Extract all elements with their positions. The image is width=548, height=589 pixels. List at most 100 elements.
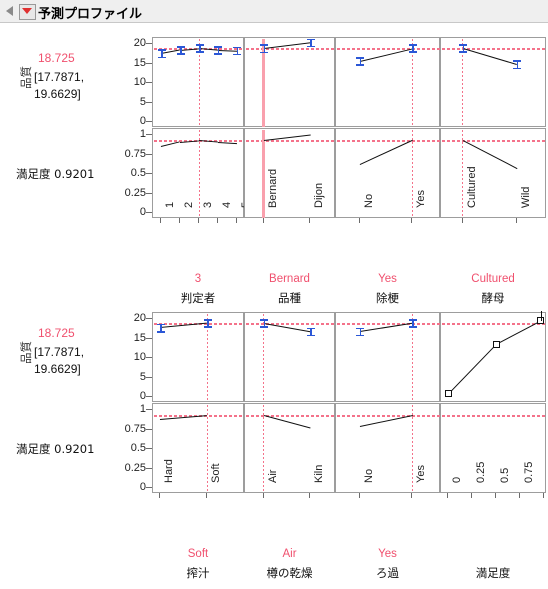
x-tick-label: Air — [266, 469, 279, 483]
y-tick-label-desirability: 0 — [139, 481, 146, 493]
current-setting-line[interactable] — [262, 130, 266, 218]
x-tick-mark — [179, 218, 181, 223]
desirability-handle[interactable] — [492, 340, 500, 348]
confidence-interval-lower: [17.7871, — [34, 70, 85, 84]
current-setting-line[interactable] — [198, 130, 200, 218]
x-tick-label: 0.25 — [475, 461, 488, 483]
x-tick-mark — [309, 218, 311, 223]
trace-segment — [263, 415, 311, 430]
y-tick-label-desirability: 0.25 — [124, 461, 146, 474]
y-tick-label-desirability: 1 — [139, 403, 146, 415]
x-tick-mark — [206, 493, 208, 498]
factor-current-value[interactable]: Yes — [335, 273, 440, 285]
x-tick-label: No — [362, 468, 375, 483]
y-tick-label-desirability: 0.5 — [130, 442, 146, 454]
trace-segment — [462, 47, 518, 66]
profiler-panel-quality[interactable] — [335, 312, 440, 402]
profiler-panel-quality[interactable] — [440, 310, 546, 402]
prediction-reference-line-quality — [337, 47, 440, 50]
response-axis-label: 品質 — [19, 66, 33, 89]
desirability-value-label: 満足度 0.9201 — [16, 442, 95, 456]
desirability-handle[interactable] — [444, 390, 452, 398]
x-tick-label: Yes — [415, 190, 428, 208]
desirability-value-label: 満足度 0.9201 — [16, 167, 95, 181]
x-tick-mark — [447, 493, 449, 498]
y-tick-label-desirability: 0.75 — [124, 422, 146, 435]
prediction-reference-line-quality — [246, 47, 335, 50]
page-title: 予測プロファイル — [38, 7, 143, 22]
factor-current-value[interactable]: Soft — [152, 548, 244, 560]
trace-segment — [359, 47, 413, 62]
x-tick-label: 1 — [164, 201, 177, 208]
current-setting-line[interactable] — [206, 405, 208, 493]
profiler-panel-quality[interactable] — [152, 37, 244, 127]
prediction-reference-line-quality — [442, 47, 546, 50]
y-tick-label-desirability: 0.75 — [124, 147, 146, 160]
prediction-reference-line-quality — [337, 322, 440, 325]
profiler-panel-quality[interactable] — [440, 37, 546, 127]
y-tick-label-quality: 20 — [133, 312, 146, 324]
x-tick-label: 2 — [183, 201, 196, 208]
factor-current-value[interactable]: 3 — [152, 273, 244, 285]
x-tick-mark — [411, 218, 413, 223]
factor-current-value[interactable]: Air — [244, 548, 335, 560]
profiler-panel-quality[interactable] — [335, 37, 440, 127]
profiler-panel-quality[interactable] — [244, 37, 335, 127]
x-tick-label: Wild — [519, 186, 532, 208]
x-tick-label: Kiln — [313, 464, 326, 483]
x-tick-mark — [411, 493, 413, 498]
profiler-panel-quality[interactable] — [152, 312, 244, 402]
factor-current-value[interactable]: Cultured — [440, 273, 546, 285]
disclosure-triangle-icon[interactable] — [6, 6, 13, 16]
profiler-title-bar: 予測プロファイル — [0, 0, 548, 23]
prediction-reference-line-desirability — [246, 140, 335, 143]
x-tick-mark — [471, 493, 473, 498]
x-tick-label: Dijon — [313, 182, 326, 208]
x-tick-label: 4 — [220, 201, 233, 208]
x-tick-label: 0.75 — [523, 461, 535, 483]
x-tick-label: 3 — [202, 201, 214, 208]
x-tick-label: No — [362, 193, 375, 208]
predicted-value: 18.725 — [38, 326, 75, 340]
x-tick-label: 0.5 — [499, 467, 512, 483]
y-tick-label-quality: 0 — [139, 390, 146, 402]
x-tick-mark — [358, 493, 360, 498]
trace-segment — [447, 344, 497, 395]
factor-current-value[interactable]: Bernard — [244, 273, 335, 285]
trace-segment — [198, 140, 218, 144]
trace-segment — [462, 140, 518, 170]
predicted-value: 18.725 — [38, 51, 75, 65]
x-tick-mark — [495, 493, 497, 498]
confidence-interval-lower: [17.7871, — [34, 345, 85, 359]
prediction-reference-line-desirability — [337, 415, 440, 418]
confidence-interval-upper: 19.6629] — [34, 362, 81, 376]
x-tick-label: Yes — [415, 465, 428, 483]
prediction-reference-line-desirability — [442, 415, 546, 418]
y-tick-label-quality: 15 — [133, 56, 146, 69]
current-setting-line[interactable] — [411, 130, 413, 218]
factor-name-label: 判定者 — [180, 291, 216, 305]
profiler-panel-quality[interactable] — [244, 312, 335, 402]
current-setting-line[interactable] — [411, 405, 413, 493]
x-tick-mark — [461, 218, 463, 223]
prediction-reference-line-desirability — [442, 140, 546, 143]
factor-current-value[interactable]: Yes — [335, 548, 440, 560]
trace-segment — [161, 141, 181, 148]
factor-name-label: 搾汁 — [186, 566, 210, 580]
confidence-interval-upper: 19.6629] — [34, 87, 81, 101]
trace-segment — [217, 49, 237, 52]
current-setting-line[interactable] — [263, 405, 265, 493]
prediction-reference-line-desirability — [337, 140, 440, 143]
y-tick-label-desirability: 0.25 — [124, 186, 146, 199]
x-tick-mark — [160, 218, 162, 223]
red-triangle-icon[interactable] — [22, 8, 32, 14]
x-tick-mark — [542, 493, 544, 498]
x-tick-mark — [159, 493, 161, 498]
prediction-reference-line-quality — [246, 322, 335, 325]
current-setting-line[interactable] — [462, 130, 464, 218]
x-tick-mark — [309, 493, 311, 498]
x-tick-label: Hard — [163, 459, 176, 483]
x-tick-mark — [519, 493, 520, 498]
y-tick-label-desirability: 0.5 — [130, 167, 146, 179]
x-tick-mark — [216, 218, 218, 223]
